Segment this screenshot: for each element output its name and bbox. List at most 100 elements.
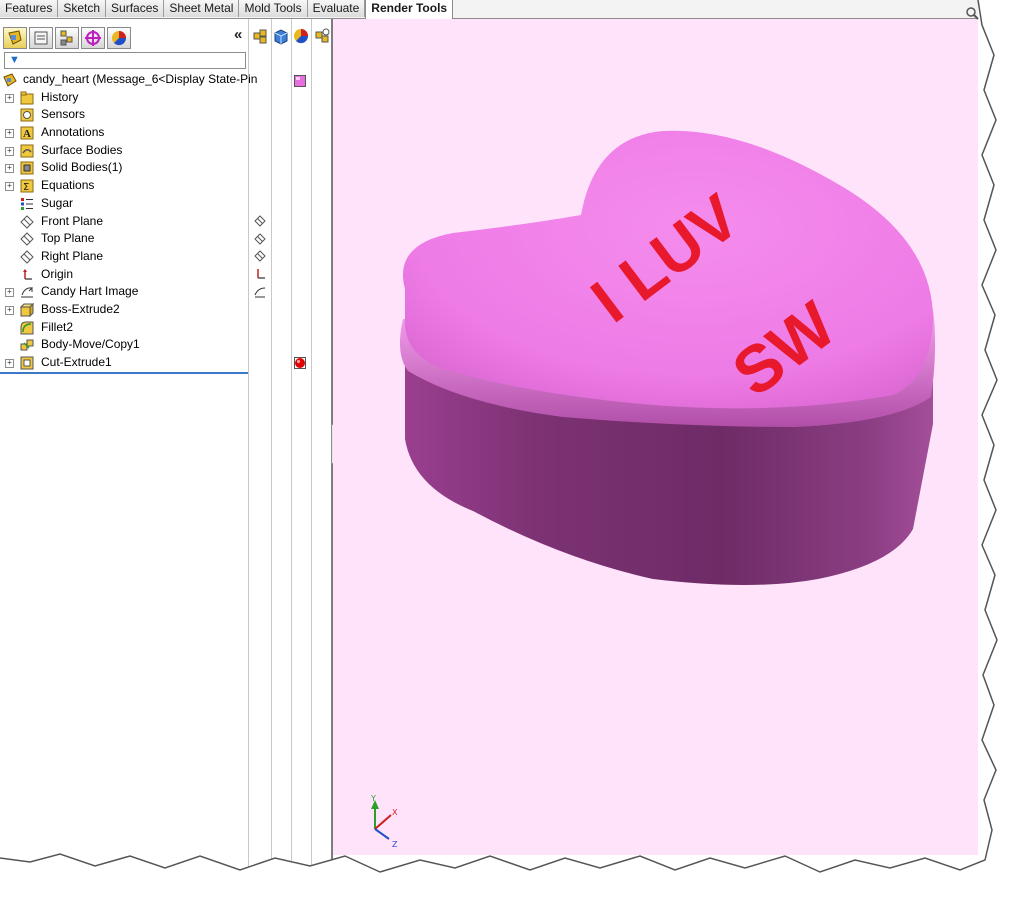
display-manager-tab[interactable] <box>107 27 131 49</box>
move-copy-icon <box>20 339 34 351</box>
tree-label: Origin <box>41 266 74 281</box>
coordinate-triad: Y X Z <box>370 794 398 849</box>
equations-icon: Σ <box>20 179 34 193</box>
expand-toggle[interactable]: + <box>5 93 14 103</box>
expand-toggle[interactable]: + <box>5 182 14 192</box>
triad-z-label: Z <box>392 840 398 849</box>
column-divider <box>311 19 312 879</box>
feature-tree: candy_heart (Message_6<Display State-Pin… <box>0 71 257 374</box>
expand-toggle[interactable]: + <box>5 305 14 315</box>
right-plane-indicator-icon <box>254 250 266 262</box>
tree-row-cut-extrude[interactable]: + Cut-Extrude1 <box>0 354 248 374</box>
feature-tree-filter-input[interactable]: ▼ <box>4 52 246 69</box>
column-divider <box>248 19 249 879</box>
view-orientation-icon[interactable] <box>272 27 290 45</box>
expand-toggle[interactable]: + <box>5 146 14 156</box>
tree-label: Solid Bodies(1) <box>41 160 123 175</box>
tree-row-move-copy[interactable]: Body-Move/Copy1 <box>0 336 248 354</box>
tree-row-equations[interactable]: + Σ Equations <box>0 177 248 195</box>
collapse-panel-button[interactable]: « <box>234 26 242 43</box>
boss-extrude-icon <box>20 302 34 317</box>
scene-icon[interactable] <box>313 27 331 45</box>
fillet-icon <box>20 321 34 335</box>
panel-tab-strip: « <box>0 26 331 50</box>
tree-label: Sugar <box>41 195 74 210</box>
expand-toggle[interactable]: + <box>5 129 14 139</box>
tree-row-front-plane[interactable]: Front Plane <box>0 213 248 231</box>
front-plane-indicator-icon <box>254 215 266 227</box>
tree-label: Front Plane <box>41 213 104 228</box>
sketch-picture-icon <box>21 287 33 298</box>
tree-label: Fillet2 <box>41 319 74 334</box>
tab-mold-tools[interactable]: Mold Tools <box>239 0 308 17</box>
graphics-viewport[interactable]: I LUV SW Y X Z <box>333 19 978 855</box>
tree-label: Candy Hart Image <box>41 284 139 299</box>
tree-label: Body-Move/Copy1 <box>41 337 140 352</box>
svg-text:A: A <box>23 128 31 140</box>
zoom-icon[interactable] <box>965 6 979 20</box>
tree-label: Sensors <box>41 107 86 122</box>
tab-sketch[interactable]: Sketch <box>58 0 107 17</box>
tree-row-right-plane[interactable]: Right Plane <box>0 248 248 266</box>
material-icon <box>21 197 33 210</box>
tree-row-sensors[interactable]: Sensors <box>0 106 248 124</box>
appearance-icon[interactable] <box>292 27 310 45</box>
appearance-swatch-pink[interactable] <box>294 75 306 87</box>
tab-features[interactable]: Features <box>0 0 59 17</box>
tree-row-material[interactable]: Sugar <box>0 195 248 213</box>
tab-render-tools[interactable]: Render Tools <box>365 0 454 19</box>
column-divider <box>291 19 292 879</box>
tree-label: Right Plane <box>41 248 104 263</box>
tree-label: Surface Bodies <box>41 142 123 157</box>
feature-manager-tab[interactable] <box>3 27 27 49</box>
tree-row-sketch-picture[interactable]: + Candy Hart Image <box>0 283 248 301</box>
filter-icon: ▼ <box>9 54 20 66</box>
tree-row-history[interactable]: + History <box>0 89 248 107</box>
feature-manager-panel: « ▼ candy_heart (Message_6<Display State… <box>0 19 333 879</box>
tree-row-top-plane[interactable]: Top Plane <box>0 230 248 248</box>
dimxpert-tab[interactable] <box>81 27 105 49</box>
tree-label: History <box>41 89 79 104</box>
column-divider <box>271 19 272 879</box>
property-manager-tab[interactable] <box>29 27 53 49</box>
property-manager-icon <box>34 31 48 45</box>
origin-indicator-icon <box>257 269 265 279</box>
tree-root-row[interactable]: candy_heart (Message_6<Display State-Pin <box>0 71 257 89</box>
triad-x-label: X <box>392 808 398 817</box>
expand-toggle[interactable]: + <box>5 359 14 368</box>
command-manager-tabs: Features Sketch Surfaces Sheet Metal Mol… <box>0 0 978 19</box>
part-icon <box>3 73 17 87</box>
tree-row-fillet[interactable]: Fillet2 <box>0 319 248 337</box>
dimxpert-icon <box>85 30 101 46</box>
feature-manager-icon <box>8 30 22 45</box>
tree-label: Cut-Extrude1 <box>41 355 112 369</box>
display-manager-icon <box>112 31 127 46</box>
tree-label: Boss-Extrude2 <box>41 301 120 316</box>
tree-row-solid-bodies[interactable]: + Solid Bodies(1) <box>0 159 248 177</box>
tree-label: Top Plane <box>41 231 95 246</box>
tree-row-boss-extrude[interactable]: + Boss-Extrude2 <box>0 301 248 319</box>
tree-label: Annotations <box>41 125 105 140</box>
tab-surfaces[interactable]: Surfaces <box>106 0 165 17</box>
plane-icon <box>20 250 34 264</box>
surface-bodies-icon <box>20 144 34 158</box>
plane-icon <box>20 232 34 246</box>
tab-sheet-metal[interactable]: Sheet Metal <box>164 0 240 17</box>
tree-row-origin[interactable]: Origin <box>0 266 248 284</box>
solid-bodies-icon <box>20 161 34 175</box>
tab-evaluate[interactable]: Evaluate <box>307 0 366 17</box>
history-folder-icon <box>20 91 34 105</box>
triad-y-label: Y <box>370 794 376 803</box>
tree-row-annotations[interactable]: + A Annotations <box>0 124 248 142</box>
sensor-icon <box>20 108 34 122</box>
configuration-manager-tab[interactable] <box>55 27 79 49</box>
hide-show-icon[interactable] <box>251 27 269 45</box>
expand-toggle[interactable]: + <box>5 164 14 174</box>
tree-row-surface-bodies[interactable]: + Surface Bodies <box>0 142 248 160</box>
sketch-picture-indicator-icon <box>254 287 266 298</box>
cut-extrude-icon <box>20 356 34 370</box>
expand-toggle[interactable]: + <box>5 288 14 298</box>
appearance-swatch-red[interactable] <box>294 357 306 369</box>
candy-heart-model: I LUV SW Y X Z <box>370 130 936 849</box>
plane-icon <box>20 214 34 229</box>
